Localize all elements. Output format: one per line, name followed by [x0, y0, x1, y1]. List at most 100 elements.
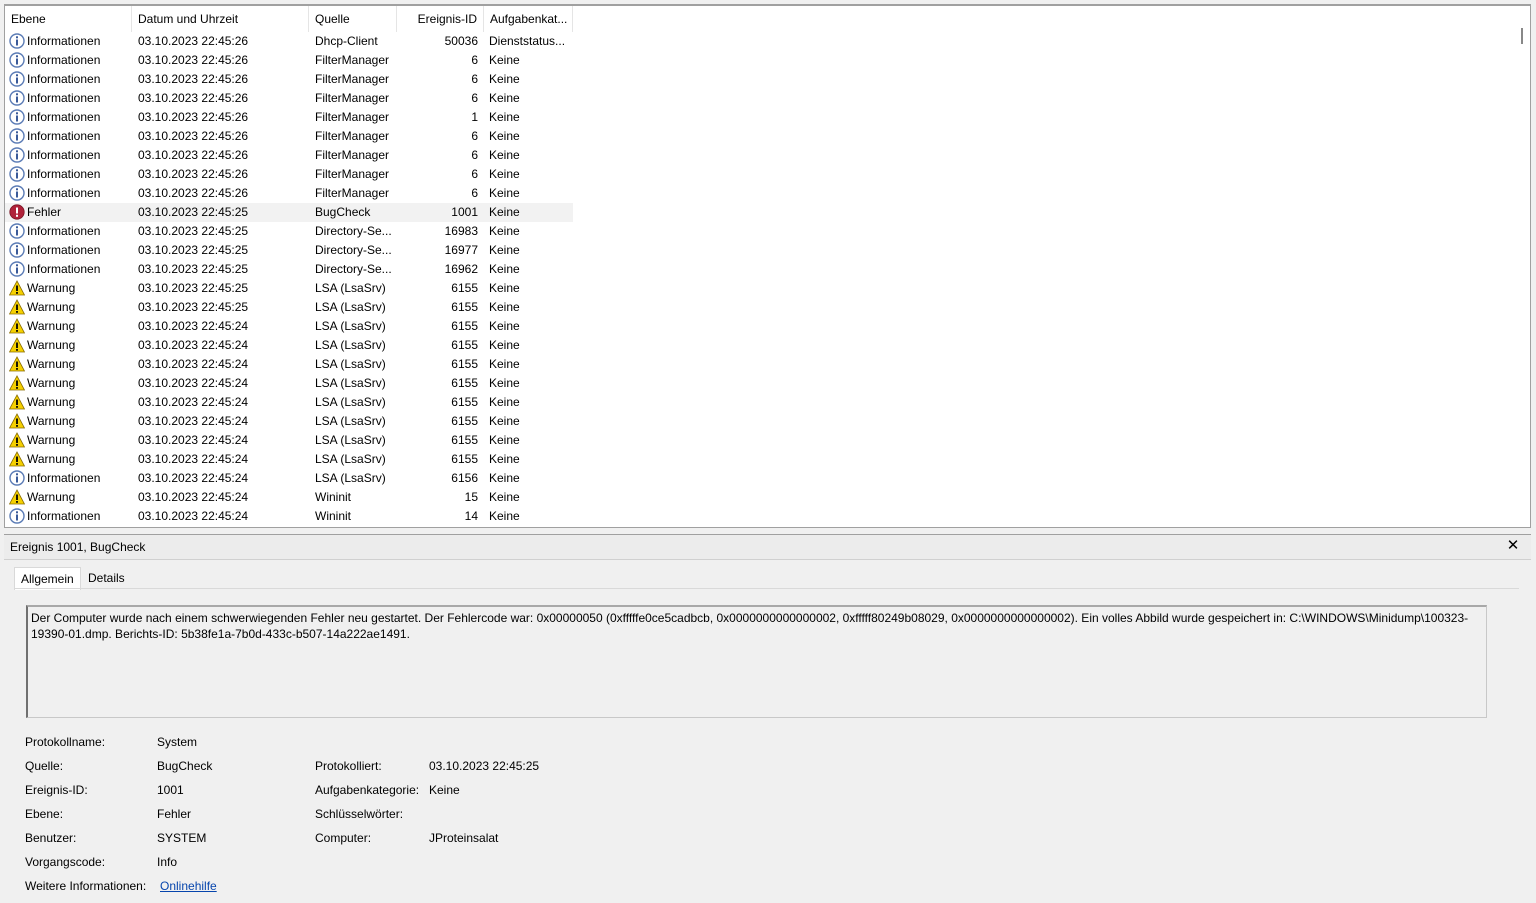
event-row[interactable]: Informationen 03.10.2023 22:45:26 FilterMa…	[5, 127, 573, 146]
event-row[interactable]: Informationen 03.10.2023 22:45:26 FilterMa…	[5, 165, 573, 184]
event-category: Keine	[489, 205, 520, 219]
event-row[interactable]: Warnung 03.10.2023 22:45:24 LSA (LsaSrv) 61…	[5, 355, 573, 374]
event-source: FilterManager	[315, 129, 390, 143]
event-category: Keine	[489, 338, 520, 352]
column-header-source[interactable]: Quelle	[309, 6, 397, 32]
event-row[interactable]: Warnung 03.10.2023 22:45:24 LSA (LsaSrv) 61…	[5, 412, 573, 431]
event-source: LSA (LsaSrv)	[315, 376, 386, 390]
info-icon	[9, 261, 25, 278]
info-icon	[9, 223, 25, 240]
event-row[interactable]: Warnung 03.10.2023 22:45:24 LSA (LsaSrv) 61…	[5, 393, 573, 412]
event-source: Directory-Se...	[315, 243, 392, 257]
event-level: Informationen	[27, 129, 101, 143]
event-row[interactable]: Warnung 03.10.2023 22:45:24 Wininit 15 Keine	[5, 488, 573, 507]
event-row[interactable]: Warnung 03.10.2023 22:45:24 LSA (LsaSrv) 61…	[5, 431, 573, 450]
event-source: FilterManager	[315, 148, 390, 162]
tab-details[interactable]: Details	[82, 567, 131, 589]
event-level: Warnung	[27, 357, 76, 371]
event-id: 6155	[451, 338, 478, 352]
column-header-event-id[interactable]: Ereignis-ID	[397, 6, 484, 32]
column-header-date[interactable]: Datum und Uhrzeit	[132, 6, 309, 32]
event-row[interactable]: Warnung 03.10.2023 22:45:25 LSA (LsaSrv) 61…	[5, 279, 573, 298]
event-row[interactable]: Informationen 03.10.2023 22:45:24 LSA (Lsa…	[5, 469, 573, 488]
event-source: FilterManager	[315, 110, 390, 124]
event-row[interactable]: Warnung 03.10.2023 22:45:24 LSA (LsaSrv) 61…	[5, 374, 573, 393]
event-category: Keine	[489, 243, 520, 257]
label-logged: Protokolliert:	[315, 759, 382, 773]
event-row[interactable]: Informationen 03.10.2023 22:45:26 FilterMa…	[5, 146, 573, 165]
event-date: 03.10.2023 22:45:24	[138, 490, 249, 504]
scrollbar-thumb[interactable]	[1521, 28, 1523, 44]
event-date: 03.10.2023 22:45:26	[138, 72, 249, 86]
event-row[interactable]: Informationen 03.10.2023 22:45:25 Director…	[5, 222, 573, 241]
close-icon[interactable]: ✕	[1505, 538, 1521, 554]
event-message-textbox[interactable]: Der Computer wurde nach einem schwerwieg…	[26, 605, 1487, 718]
info-icon	[9, 242, 25, 259]
event-row[interactable]: Informationen 03.10.2023 22:45:26 FilterMa…	[5, 70, 573, 89]
event-category: Keine	[489, 91, 520, 105]
event-source: LSA (LsaSrv)	[315, 300, 386, 314]
event-date: 03.10.2023 22:45:26	[138, 129, 249, 143]
error-icon	[9, 204, 25, 221]
event-date: 03.10.2023 22:45:24	[138, 338, 249, 352]
event-row[interactable]: Informationen 03.10.2023 22:45:26 FilterMa…	[5, 108, 573, 127]
info-icon	[9, 109, 25, 126]
event-row[interactable]: Informationen 03.10.2023 22:45:24 Wininit 1…	[5, 507, 573, 526]
vertical-scrollbar[interactable]	[1514, 6, 1530, 527]
event-level: Warnung	[27, 395, 76, 409]
event-row[interactable]: Informationen 03.10.2023 22:45:25 Director…	[5, 260, 573, 279]
event-id: 1001	[451, 205, 478, 219]
value-user: SYSTEM	[157, 831, 207, 845]
event-level: Warnung	[27, 376, 76, 390]
event-level: Warnung	[27, 433, 76, 447]
info-icon	[9, 33, 25, 50]
event-source: FilterManager	[315, 167, 390, 181]
event-category: Keine	[489, 319, 520, 333]
column-header-category[interactable]: Aufgabenkat...	[484, 6, 573, 32]
event-row[interactable]: Informationen 03.10.2023 22:45:26 FilterMa…	[5, 89, 573, 108]
event-date: 03.10.2023 22:45:24	[138, 414, 249, 428]
event-category: Keine	[489, 110, 520, 124]
label-keywords: Schlüsselwörter:	[315, 807, 404, 821]
event-row[interactable]: Informationen 03.10.2023 22:45:26 Dhcp-Cli…	[5, 32, 573, 51]
event-id: 6155	[451, 357, 478, 371]
event-level: Warnung	[27, 338, 76, 352]
event-row[interactable]: Informationen 03.10.2023 22:45:25 Director…	[5, 241, 573, 260]
event-row[interactable]: Warnung 03.10.2023 22:45:24 LSA (LsaSrv) 61…	[5, 317, 573, 336]
event-category: Keine	[489, 72, 520, 86]
warning-icon	[9, 337, 25, 354]
value-computer: JProteinsalat	[429, 831, 499, 845]
event-level: Informationen	[27, 110, 101, 124]
event-row[interactable]: Informationen 03.10.2023 22:45:26 FilterMa…	[5, 51, 573, 70]
event-row[interactable]: Fehler 03.10.2023 22:45:25 BugCheck 1001 Kei…	[5, 203, 573, 222]
event-id: 50036	[444, 34, 478, 48]
tab-general[interactable]: Allgemein	[14, 567, 81, 590]
event-date: 03.10.2023 22:45:25	[138, 243, 249, 257]
event-row[interactable]: Warnung 03.10.2023 22:45:24 LSA (LsaSrv) 61…	[5, 450, 573, 469]
value-opcode: Info	[157, 855, 178, 869]
event-source: LSA (LsaSrv)	[315, 281, 386, 295]
label-task-category: Aufgabenkategorie:	[315, 783, 420, 797]
event-row[interactable]: Informationen 03.10.2023 22:45:26 FilterMa…	[5, 184, 573, 203]
event-level: Warnung	[27, 319, 76, 333]
event-level: Informationen	[27, 471, 101, 485]
column-header-level[interactable]: Ebene	[5, 6, 132, 32]
event-level: Informationen	[27, 224, 101, 238]
online-help-link[interactable]: Onlinehilfe	[160, 879, 217, 893]
event-level: Warnung	[27, 452, 76, 466]
event-category: Keine	[489, 148, 520, 162]
event-list-pane: Ebene Datum und Uhrzeit Quelle Ereignis-…	[4, 4, 1531, 528]
event-date: 03.10.2023 22:45:24	[138, 433, 249, 447]
label-more-info: Weitere Informationen:	[25, 879, 147, 893]
event-category: Keine	[489, 300, 520, 314]
event-source: LSA (LsaSrv)	[315, 414, 386, 428]
event-source: FilterManager	[315, 91, 390, 105]
event-category: Keine	[489, 414, 520, 428]
event-row[interactable]: Warnung 03.10.2023 22:45:24 LSA (LsaSrv) 61…	[5, 336, 573, 355]
event-id: 6	[471, 91, 478, 105]
event-row[interactable]: Warnung 03.10.2023 22:45:25 LSA (LsaSrv) 61…	[5, 298, 573, 317]
event-id: 16977	[444, 243, 478, 257]
event-source: FilterManager	[315, 53, 390, 67]
warning-icon	[9, 413, 25, 430]
event-date: 03.10.2023 22:45:24	[138, 509, 249, 523]
